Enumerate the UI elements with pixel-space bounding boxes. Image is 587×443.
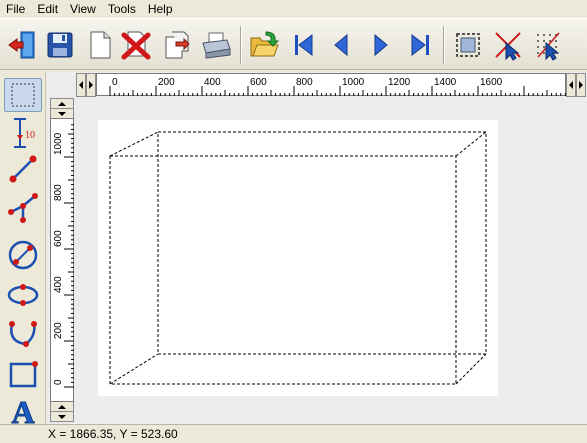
arc-icon [9, 321, 37, 347]
horizontal-ruler: 0 200 400 600 800 1000 1200 1400 1600 [96, 73, 576, 96]
rectangle-tool[interactable] [4, 358, 42, 392]
delete-icon [121, 31, 151, 60]
vruler-label: 800 [53, 184, 64, 201]
status-bar: X = 1866.35, Y = 523.60 [0, 424, 587, 443]
menu-tools[interactable]: Tools [102, 0, 142, 18]
main-toolbar [0, 18, 587, 70]
arrow-down-icon [58, 414, 66, 419]
circle-icon [8, 240, 38, 270]
exit-icon [8, 31, 35, 59]
box-back-face[interactable] [157, 131, 487, 355]
hruler-label: 0 [112, 77, 118, 88]
select-box-icon [456, 33, 480, 57]
select-rectangle-icon [11, 83, 35, 107]
hruler-label: 400 [204, 77, 221, 88]
previous-page-button[interactable] [324, 25, 360, 65]
dimension-tool[interactable]: 10 [4, 116, 42, 150]
new-document-button[interactable] [82, 25, 118, 65]
circle-tool[interactable] [4, 238, 42, 272]
arrow-down-icon [58, 111, 66, 116]
print-button[interactable] [198, 25, 234, 65]
arrow-left-icon [569, 81, 573, 89]
new-document-icon [90, 31, 111, 59]
hruler-scroll-left[interactable] [76, 73, 86, 97]
hruler-label: 600 [250, 77, 267, 88]
drawing-canvas[interactable] [98, 120, 498, 396]
text-icon: A [11, 394, 35, 427]
menu-edit[interactable]: Edit [31, 0, 64, 18]
arrow-up-icon [58, 404, 66, 409]
print-icon [202, 32, 231, 59]
vruler-label: 600 [53, 230, 64, 247]
first-page-button[interactable] [286, 25, 322, 65]
polyline-tool[interactable] [4, 190, 42, 224]
hruler-scroll-right-end[interactable] [576, 73, 586, 97]
save-icon [47, 32, 73, 58]
open-folder-icon [250, 31, 280, 57]
menu-view[interactable]: View [64, 0, 102, 18]
select-rectangle-tool[interactable] [4, 78, 42, 112]
box-front-face[interactable] [109, 155, 457, 385]
line-tool[interactable] [4, 152, 42, 186]
hruler-label: 1000 [342, 77, 365, 88]
last-page-button[interactable] [402, 25, 438, 65]
vruler-scroll-down-end[interactable] [50, 411, 74, 422]
menu-file[interactable]: File [0, 0, 31, 18]
polyline-icon [8, 193, 38, 223]
hruler-scroll-left-end[interactable] [566, 73, 576, 97]
dimension-icon: 10 [14, 118, 35, 148]
vruler-label: 400 [53, 276, 64, 293]
toolbar-separator [240, 26, 242, 64]
exit-button[interactable] [4, 25, 40, 65]
arrow-left-icon [79, 81, 83, 89]
hruler-label: 1200 [388, 77, 411, 88]
save-button[interactable] [42, 25, 78, 65]
toolbar-separator [443, 26, 445, 64]
menu-help[interactable]: Help [142, 0, 179, 18]
export-button[interactable] [158, 25, 194, 65]
menu-bar: File Edit View Tools Help [0, 0, 587, 18]
arrow-up-icon [58, 101, 66, 106]
box-wireframe-drawing[interactable] [98, 120, 498, 396]
first-page-icon [295, 33, 313, 57]
arrow-right-icon [89, 81, 93, 89]
arrow-right-icon [579, 81, 583, 89]
deselect-icon [495, 32, 521, 61]
hruler-scroll-right[interactable] [86, 73, 96, 97]
deselect-button[interactable] [490, 25, 526, 65]
vruler-label: 1000 [53, 132, 64, 155]
text-tool-label: A [11, 394, 34, 426]
snap-grid-icon [537, 32, 560, 61]
hruler-label: 800 [296, 77, 313, 88]
arc-tool[interactable] [4, 316, 42, 350]
next-page-button[interactable] [362, 25, 398, 65]
hruler-label: 1400 [434, 77, 457, 88]
previous-page-icon [334, 33, 348, 57]
cursor-coordinates: X = 1866.35, Y = 523.60 [48, 427, 178, 441]
tool-palette: 10 A [0, 72, 46, 427]
hruler-label: 1600 [480, 77, 503, 88]
open-button[interactable] [246, 25, 282, 65]
hruler-label: 200 [158, 77, 175, 88]
next-page-icon [374, 33, 388, 57]
rectangle-icon [9, 361, 38, 388]
export-icon [165, 31, 190, 59]
snap-grid-button[interactable] [530, 25, 566, 65]
ellipse-tool[interactable] [4, 278, 42, 312]
vertical-ruler: 1000 800 600 400 200 0 [50, 118, 74, 402]
select-box-button[interactable] [450, 25, 486, 65]
ellipse-icon [7, 284, 39, 306]
vruler-label: 0 [53, 379, 64, 385]
line-icon [9, 155, 37, 183]
vruler-label: 200 [53, 322, 64, 339]
text-tool[interactable]: A [4, 392, 42, 427]
dimension-tool-label: 10 [25, 130, 35, 141]
delete-button[interactable] [118, 25, 154, 65]
last-page-icon [411, 33, 429, 57]
